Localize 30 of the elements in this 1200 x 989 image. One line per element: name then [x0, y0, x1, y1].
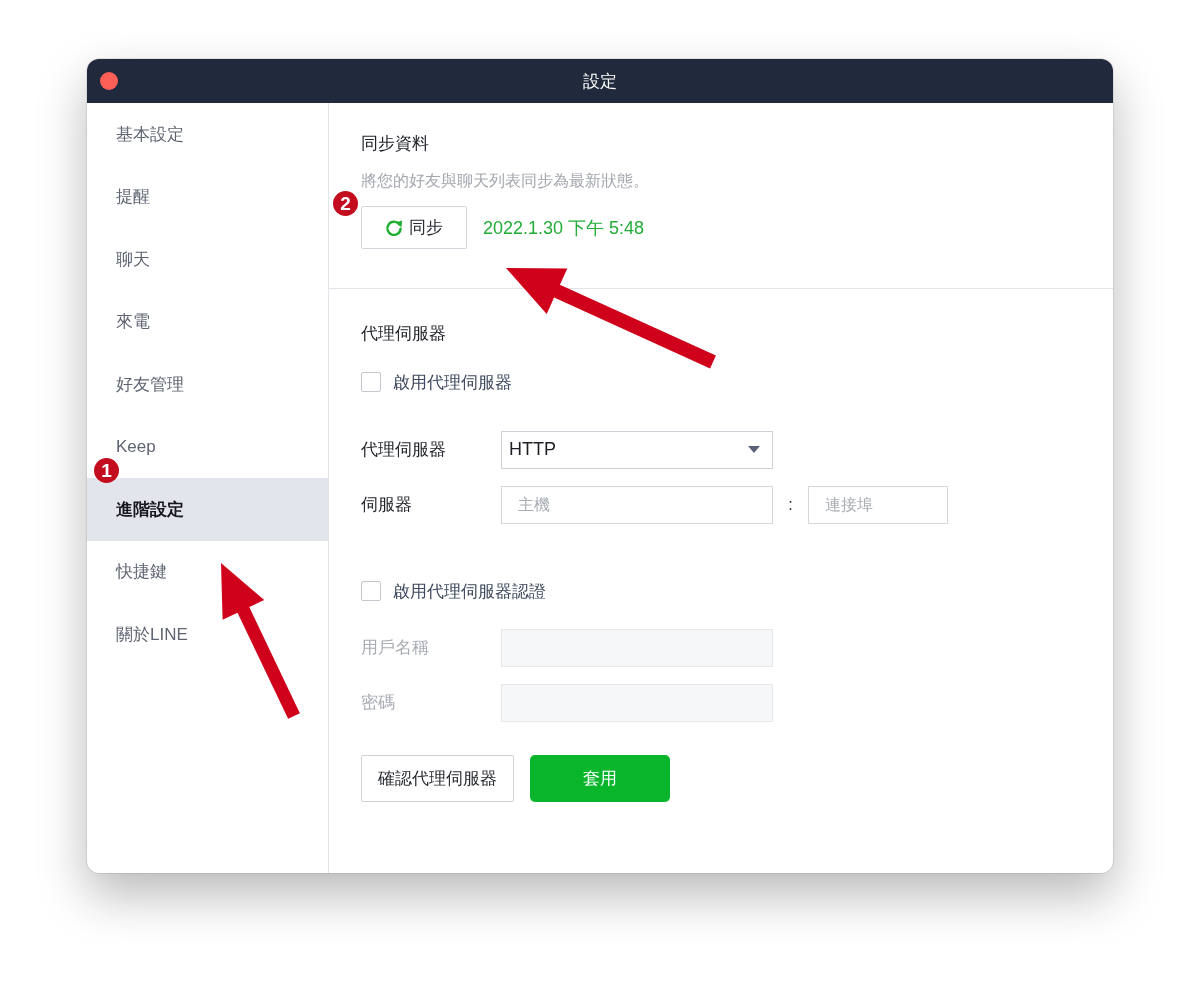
checkbox[interactable] — [361, 581, 381, 601]
sidebar-item[interactable]: 聊天 — [87, 228, 328, 291]
sidebar-item[interactable]: 基本設定 — [87, 103, 328, 166]
sidebar-item[interactable]: 好友管理 — [87, 353, 328, 416]
section-description: 將您的好友與聊天列表同步為最新狀態。 — [361, 171, 650, 191]
sidebar-item[interactable]: 提醒 — [87, 165, 328, 228]
port-input-field[interactable]: 連接埠 — [808, 485, 948, 524]
sidebar-item[interactable]: 快捷鍵 — [87, 540, 328, 603]
sync-button[interactable]: 同步 — [361, 206, 467, 249]
field-label: 密碼 — [361, 692, 396, 714]
checkbox-label[interactable]: 啟用代理伺服器 — [393, 370, 512, 394]
section-title: 代理伺服器 — [361, 323, 447, 345]
section-title: 同步資料 — [361, 133, 430, 155]
field-label: 代理伺服器 — [361, 439, 447, 461]
sidebar-item[interactable]: 進階設定 — [87, 478, 328, 541]
checkbox[interactable] — [361, 372, 381, 392]
confirm-button[interactable]: 確認代理伺服器 — [361, 755, 514, 802]
separator: : — [787, 495, 794, 514]
close-icon[interactable] — [100, 72, 118, 90]
last-sync-time: 2022.1.30 下午 5:48 — [483, 216, 645, 240]
checkbox-label[interactable]: 啟用代理伺服器認證 — [393, 579, 546, 603]
field-label: 用戶名稱 — [361, 637, 430, 659]
window-title: 設定 — [583, 70, 617, 93]
proxy-type-dropdown[interactable]: HTTP — [501, 430, 773, 469]
field-label: 伺服器 — [361, 494, 413, 516]
caret-down-icon — [748, 446, 760, 453]
sidebar-item[interactable]: 來電 — [87, 290, 328, 353]
refresh-icon — [385, 218, 403, 237]
host-input-field[interactable]: 主機 — [501, 485, 773, 524]
sidebar-item[interactable]: 關於LINE — [87, 603, 328, 666]
